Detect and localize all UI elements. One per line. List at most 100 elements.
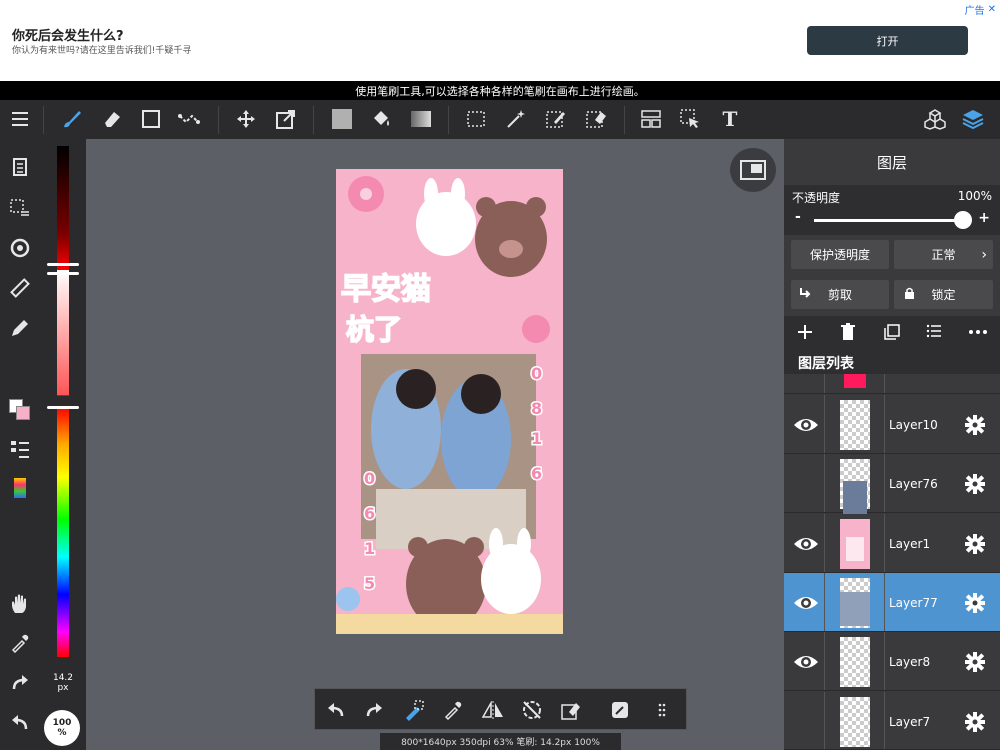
ad-banner[interactable]: 你死后会发生什么? 你认为有来世吗?请在这里告诉我们!千疑千寻 打开 广告 ✕ (0, 0, 1000, 81)
brush-select-icon[interactable] (401, 697, 427, 723)
pages-icon[interactable] (7, 155, 33, 181)
undo-icon[interactable] (323, 697, 349, 723)
redo-icon[interactable] (361, 697, 387, 723)
eye-icon[interactable] (792, 531, 820, 557)
opacity-value: 100% (957, 189, 992, 203)
eye-icon[interactable] (792, 649, 820, 675)
add-layer-icon[interactable] (796, 323, 814, 345)
lock-button[interactable]: 锁定 (894, 280, 993, 309)
eye-icon[interactable] (792, 412, 820, 438)
layer-row[interactable]: Layer77 (784, 573, 1000, 632)
eraser-icon[interactable] (98, 106, 126, 132)
select-pen-icon[interactable] (542, 106, 570, 132)
palette-list-icon[interactable] (7, 436, 33, 462)
status-bar: 800*1640px 350dpi 63% 笔刷: 14.2px 100% (380, 733, 621, 750)
zoom-readout[interactable]: 100 % (44, 710, 80, 746)
color-history-icon[interactable] (7, 475, 33, 501)
layer-row[interactable]: Layer7 (784, 692, 1000, 750)
visibility-toggle[interactable] (792, 709, 820, 735)
protect-alpha-button[interactable]: 保护透明度 (791, 240, 889, 269)
layer-name: Layer76 (889, 477, 938, 491)
flip-icon[interactable] (480, 697, 506, 723)
select-arrow-icon[interactable] (676, 106, 704, 132)
ad-open-button[interactable]: 打开 (807, 26, 968, 55)
clear-selection-icon[interactable] (558, 697, 584, 723)
top-toolbar: T (0, 100, 1000, 139)
color-swatch-icon[interactable] (7, 397, 33, 423)
opacity-slider[interactable] (814, 219, 964, 222)
gear-icon[interactable] (962, 531, 988, 557)
move-icon[interactable] (232, 106, 260, 132)
delete-layer-icon[interactable] (840, 323, 856, 345)
layer-row[interactable]: Layer8 (784, 632, 1000, 691)
magic-wand-icon[interactable] (502, 106, 530, 132)
svg-text:1: 1 (364, 539, 375, 558)
brush-icon[interactable] (58, 106, 86, 132)
eye-icon[interactable] (792, 590, 820, 616)
ruler-icon[interactable] (7, 275, 33, 301)
opacity-minus-button[interactable]: - (795, 209, 801, 225)
gear-icon[interactable] (962, 471, 988, 497)
layer-name: Layer1 (889, 537, 931, 551)
layer-thumb (840, 459, 870, 515)
eyedropper-icon[interactable] (440, 697, 466, 723)
bottom-toolbar (314, 688, 687, 730)
lasso-icon[interactable] (176, 106, 204, 132)
gear-icon[interactable] (962, 590, 988, 616)
artwork-title: 早安猫 (341, 272, 431, 307)
duplicate-layer-icon[interactable] (883, 323, 901, 345)
hue-slider[interactable] (57, 407, 69, 657)
pen-icon[interactable] (7, 315, 33, 341)
layer-list-title: 图层列表 (784, 352, 1000, 374)
opacity-plus-button[interactable]: + (978, 210, 990, 226)
selection-list-icon[interactable] (7, 195, 33, 221)
layer-row[interactable]: Layer10 (784, 395, 1000, 454)
undo-icon[interactable] (7, 709, 33, 735)
rect-select-icon[interactable] (137, 106, 165, 132)
layer-thumb (840, 519, 870, 569)
select-rect-icon[interactable] (462, 106, 490, 132)
clip-button[interactable]: 剪取 (791, 280, 889, 309)
select-eraser-icon[interactable] (582, 106, 610, 132)
hue-knob[interactable] (47, 406, 79, 409)
edit-layer-icon[interactable] (607, 697, 633, 723)
saturation-knob[interactable] (47, 272, 79, 275)
gear-icon[interactable] (962, 412, 988, 438)
gradient-icon[interactable] (407, 106, 435, 132)
panel-icon[interactable] (637, 106, 665, 132)
rotate-reset-icon[interactable] (519, 697, 545, 723)
layer-thumb (840, 400, 870, 450)
svg-text:8: 8 (531, 399, 542, 418)
brush-size-readout[interactable]: 14.2 px (44, 673, 82, 693)
saturation-slider[interactable] (57, 270, 69, 395)
bucket-icon[interactable] (367, 106, 395, 132)
layer-list-icon[interactable] (926, 323, 942, 343)
layer-row-partial[interactable] (784, 374, 1000, 394)
rotate-icon[interactable] (7, 235, 33, 261)
ad-tag[interactable]: 广告 ✕ (965, 2, 996, 17)
visibility-toggle[interactable] (792, 471, 820, 497)
gear-icon[interactable] (962, 709, 988, 735)
value-knob[interactable] (47, 263, 79, 266)
navigator-button[interactable] (730, 148, 776, 192)
more-options-icon[interactable] (968, 323, 988, 345)
transform-icon[interactable] (272, 106, 300, 132)
close-icon[interactable]: ✕ (988, 4, 996, 15)
fill-color-icon[interactable] (328, 106, 356, 132)
layer-name: Layer8 (889, 655, 931, 669)
redo-icon[interactable] (7, 669, 33, 695)
layer-row[interactable]: Layer76 (784, 454, 1000, 515)
text-icon[interactable]: T (716, 106, 744, 132)
more-grid-icon[interactable] (651, 697, 677, 723)
layers-icon[interactable] (959, 106, 987, 132)
materials-icon[interactable] (921, 106, 949, 132)
layer-name: Layer77 (889, 596, 938, 610)
menu-icon[interactable] (6, 106, 34, 132)
blend-mode-button[interactable]: 正常 › (894, 240, 993, 269)
eyedropper-icon[interactable] (7, 630, 33, 656)
layer-row[interactable]: Layer1 (784, 514, 1000, 573)
opacity-slider-knob[interactable] (954, 211, 972, 229)
artwork-canvas[interactable]: 早安猫 杭了 0 8 1 6 0 6 1 5 (336, 169, 563, 634)
hand-icon[interactable] (7, 591, 33, 617)
gear-icon[interactable] (962, 649, 988, 675)
